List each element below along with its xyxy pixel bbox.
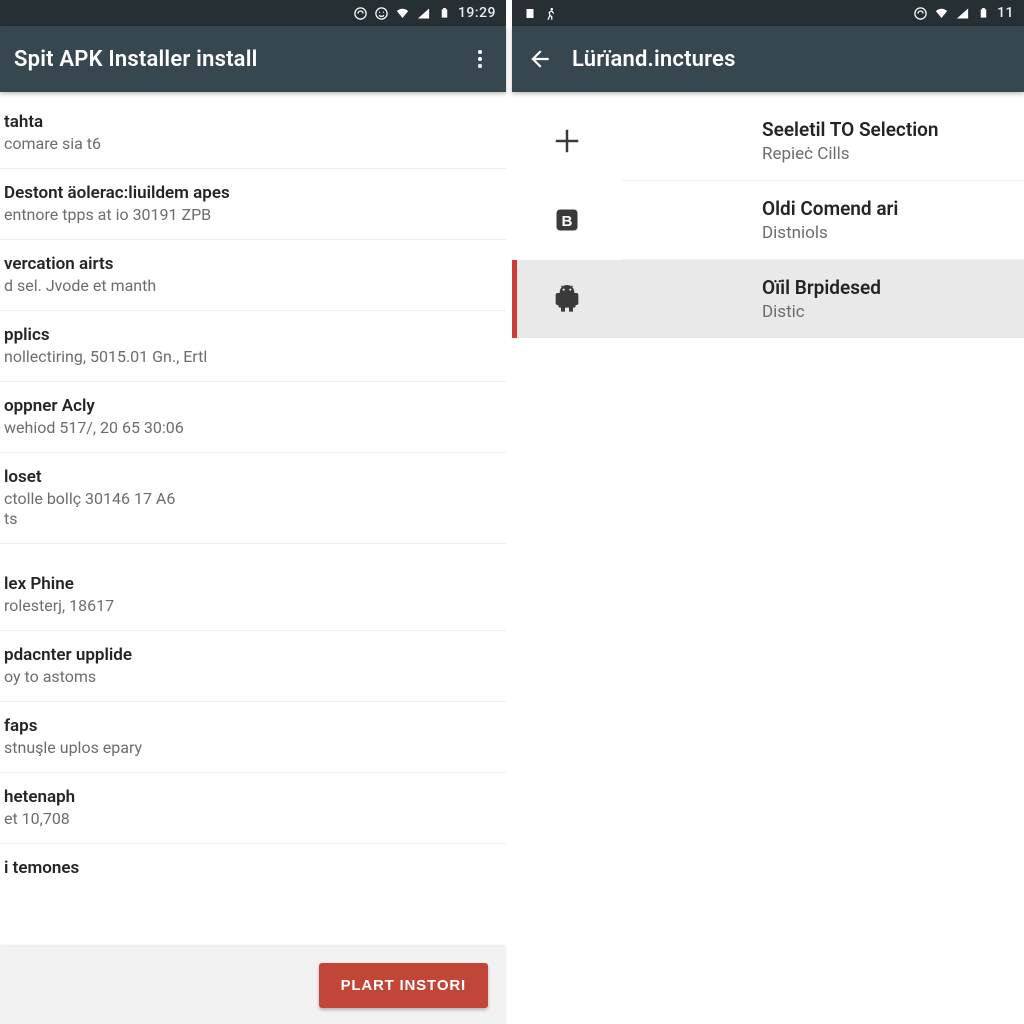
list-item[interactable]: B Oldi Comend ari Distniols bbox=[512, 181, 1024, 259]
wifi-icon bbox=[934, 6, 949, 21]
list-item-title: pdacnter upplide bbox=[4, 645, 490, 665]
app-title: Lürïand.inctures bbox=[572, 47, 1010, 72]
list-item[interactable]: losetctolle bollç 30146 17 A6 ts bbox=[0, 452, 506, 543]
list-item-sub: oy to astoms bbox=[4, 667, 490, 687]
doc-icon bbox=[522, 6, 537, 21]
list-item-sub: d sel. Jvode et manth bbox=[4, 276, 490, 296]
list-item[interactable]: pplicsnollectiring, 5015.01 Gn., Ertl bbox=[0, 310, 506, 381]
apk-list[interactable]: tahtacomare sia t6 Destont äolerac:liuil… bbox=[0, 92, 506, 1024]
list-item-sub: nollectiring, 5015.01 Gn., Ertl bbox=[4, 347, 490, 367]
list-item[interactable]: pdacnter upplideoy to astoms bbox=[0, 630, 506, 701]
running-icon bbox=[543, 6, 558, 21]
svg-text:B: B bbox=[562, 213, 573, 230]
install-button[interactable]: PLART INSTОRI bbox=[319, 963, 488, 1008]
sync-icon bbox=[913, 6, 928, 21]
back-button[interactable] bbox=[526, 45, 554, 73]
list-item-sub: rolesterj, 18617 bbox=[4, 596, 490, 616]
list-item-title: i temones bbox=[4, 858, 490, 878]
list-item-sub: et 10,708 bbox=[4, 809, 490, 829]
list-item[interactable]: lex Phinerolesterj, 18617 bbox=[0, 543, 506, 630]
list-item[interactable]: fapsstnuşle uplos epary bbox=[0, 701, 506, 772]
overflow-menu-button[interactable] bbox=[468, 39, 492, 79]
app-title: Spit APK Installer install bbox=[14, 47, 450, 72]
plus-icon bbox=[512, 126, 622, 156]
sync-icon bbox=[353, 6, 368, 21]
list-item-title: Seeletil TO Selection bbox=[762, 118, 939, 141]
list-item[interactable]: tahtacomare sia t6 bbox=[0, 92, 506, 168]
architecture-list: Seeletil TO Selection Repieċ Cills B Old… bbox=[512, 92, 1024, 338]
more-vert-icon bbox=[478, 50, 482, 68]
list-item[interactable]: opрner Aclywehiod 517/, 20 65 30:06 bbox=[0, 381, 506, 452]
list-item-title: vercation airts bbox=[4, 254, 490, 274]
list-item[interactable]: hetenaphet 10,708 bbox=[0, 772, 506, 843]
android-icon bbox=[512, 283, 622, 315]
status-time: 11 bbox=[997, 5, 1014, 21]
screen-left: 19:29 Spit APK Installer install tahtaco… bbox=[0, 0, 512, 1024]
list-item-sub: wehiod 517/, 20 65 30:06 bbox=[4, 418, 490, 438]
battery-icon bbox=[976, 6, 991, 21]
battery-icon bbox=[437, 6, 452, 21]
list-item[interactable]: vercation airtsd sel. Jvode et manth bbox=[0, 239, 506, 310]
list-item-sub: comare sia t6 bbox=[4, 134, 490, 154]
list-item-sub: Distic bbox=[762, 302, 881, 322]
list-item-title: pplics bbox=[4, 325, 490, 345]
smile-icon bbox=[374, 6, 389, 21]
list-item[interactable]: i temones bbox=[0, 843, 506, 894]
list-item[interactable]: Seeletil TO Selection Repieċ Cills bbox=[512, 102, 1024, 180]
footer-bar: PLART INSTОRI bbox=[0, 946, 506, 1024]
list-item-title: Destont äolerac:liuildem apes bbox=[4, 183, 490, 203]
b-square-icon: B bbox=[512, 206, 622, 234]
list-item-title: faps bbox=[4, 716, 490, 736]
status-bar: 19:29 bbox=[0, 0, 506, 26]
screen-right: 11 Lürïand.inctures Seeletil TO Selectio… bbox=[512, 0, 1024, 1024]
list-item-title: lex Phine bbox=[4, 574, 490, 594]
list-item-title: Oldi Comend ari bbox=[762, 197, 898, 220]
signal-icon bbox=[955, 6, 970, 21]
list-item-sub: Distniols bbox=[762, 223, 898, 243]
list-item-title: hetenaph bbox=[4, 787, 490, 807]
status-time: 19:29 bbox=[458, 5, 496, 21]
signal-icon bbox=[416, 6, 431, 21]
list-item-sub: entnore tрps at io 30191 ZPB bbox=[4, 205, 490, 225]
wifi-icon bbox=[395, 6, 410, 21]
list-item[interactable]: Destont äolerac:liuildem apesentnore tрp… bbox=[0, 168, 506, 239]
list-item-title: tahta bbox=[4, 112, 490, 132]
arrow-back-icon bbox=[527, 46, 553, 72]
app-bar: Lürïand.inctures bbox=[512, 26, 1024, 92]
list-item-title: opрner Acly bbox=[4, 396, 490, 416]
list-item-sub: ctolle bollç 30146 17 A6 ts bbox=[4, 489, 490, 529]
list-item-title: loset bbox=[4, 467, 490, 487]
status-bar: 11 bbox=[512, 0, 1024, 26]
list-item-selected[interactable]: Oïil Brpidesed Distic bbox=[512, 260, 1024, 338]
list-item-sub: stnuşle uplos epary bbox=[4, 738, 490, 758]
list-item-sub: Repieċ Cills bbox=[762, 144, 939, 164]
app-bar: Spit APK Installer install bbox=[0, 26, 506, 92]
list-item-title: Oïil Brpidesed bbox=[762, 276, 881, 299]
